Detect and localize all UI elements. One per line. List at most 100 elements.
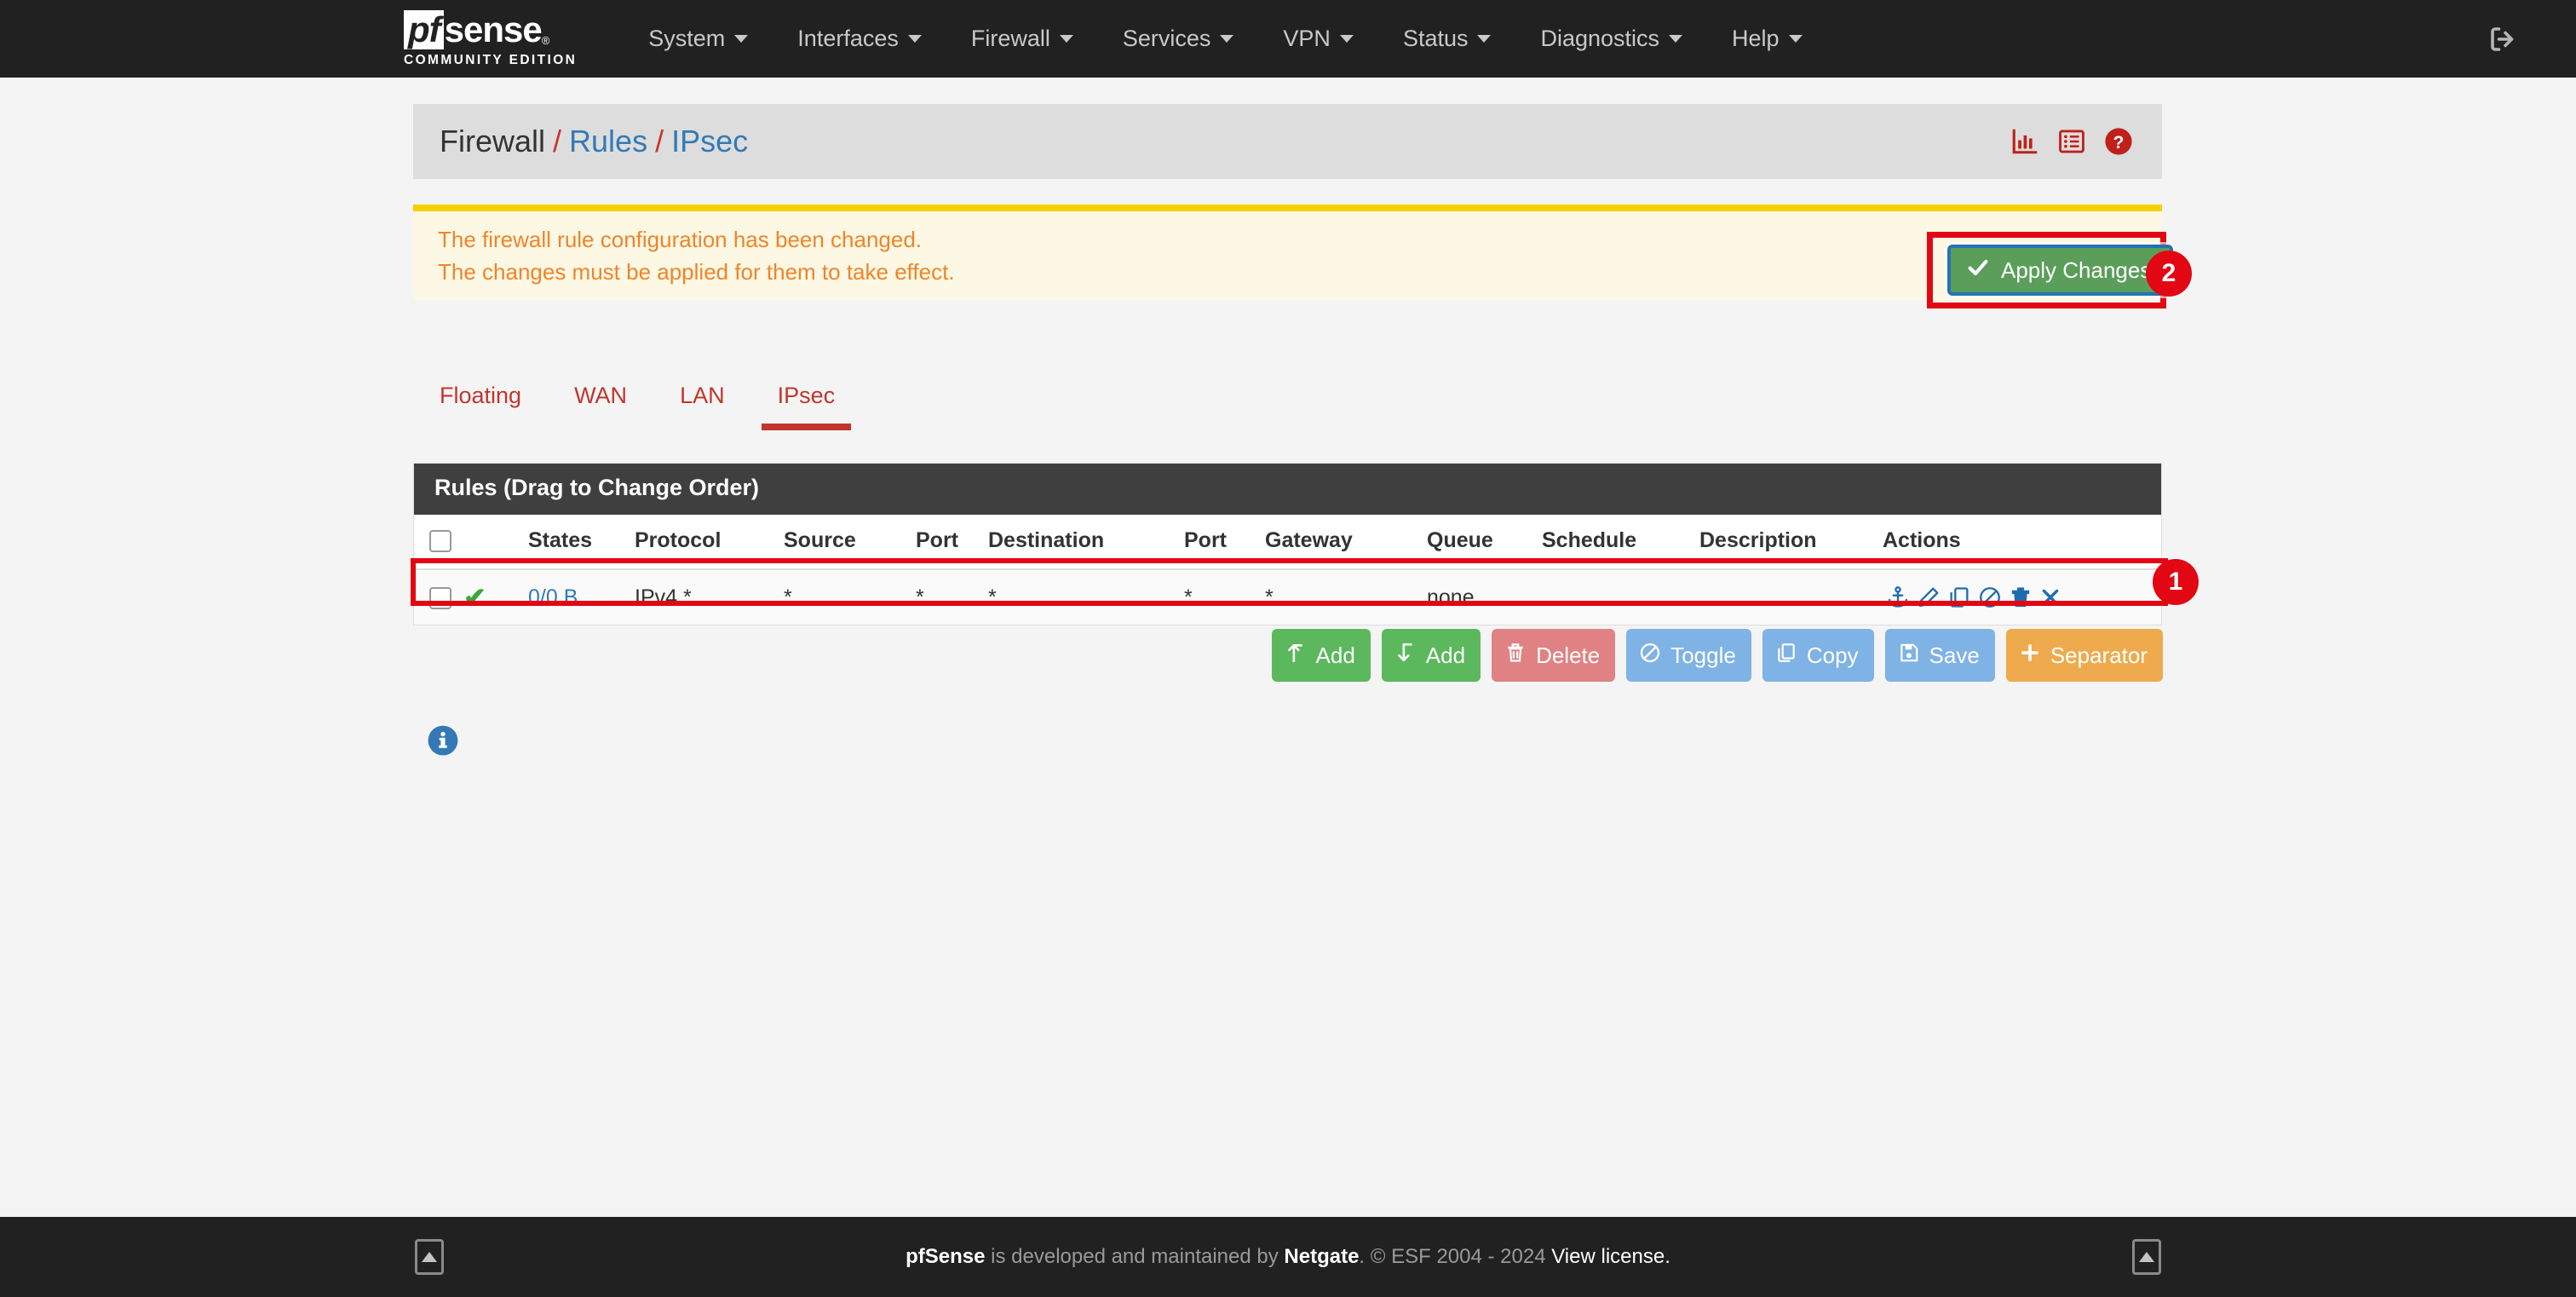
header-source-port: Port [912,515,985,570]
top-navigation-bar: pf sense ® COMMUNITY EDITION System Inte… [0,0,2576,78]
row-queue: none [1423,569,1538,625]
table-row[interactable]: ✔ 0/0 B IPv4 * * * * * * none [414,569,2161,625]
nav-item-interfaces[interactable]: Interfaces [773,26,946,52]
add-rule-bottom-button[interactable]: Add [1381,629,1481,682]
row-actions [1879,569,2161,625]
help-icon[interactable]: ? [2104,127,2133,156]
scroll-up-right-icon[interactable] [2132,1239,2161,1275]
scroll-up-left-icon[interactable] [415,1239,444,1275]
footer-pfsense-label: pfSense [906,1245,986,1268]
copy-icon[interactable] [1947,585,1971,609]
edit-pencil-icon[interactable] [1917,585,1941,609]
breadcrumb-ipsec-link[interactable]: IPsec [671,124,748,159]
row-description [1696,569,1879,625]
brand-pf-mark: pf [404,10,444,50]
tab-wan[interactable]: WAN [548,366,653,430]
ban-icon [1639,642,1661,670]
nav-label-firewall: Firewall [970,26,1050,51]
triangle-up-icon [2139,1252,2154,1262]
nav-label-help: Help [1732,26,1780,51]
select-all-checkbox[interactable] [429,530,451,553]
nav-label-vpn: VPN [1283,26,1331,51]
pfsense-firewall-rules-page: pf sense ® COMMUNITY EDITION System Inte… [0,0,2576,1297]
chevron-down-icon [1788,35,1803,43]
nav-label-services: Services [1122,26,1211,51]
header-schedule: Schedule [1538,515,1696,570]
header-protocol: Protocol [631,515,780,570]
registered-mark-icon: ® [541,34,550,48]
header-gateway: Gateway [1262,515,1423,570]
anchor-icon[interactable] [1886,585,1910,609]
footer-text-1: is developed and maintained by [985,1245,1285,1268]
block-icon[interactable] [1978,585,2002,609]
trash-icon[interactable] [2009,585,2033,609]
nav-label-system: System [648,26,726,51]
nav-item-firewall[interactable]: Firewall [946,26,1098,52]
rules-table-head: States Protocol Source Port Destination … [414,515,2161,570]
tab-lan[interactable]: LAN [653,366,751,430]
tab-label-wan: WAN [574,383,628,408]
header-description: Description [1696,515,1879,570]
chart-icon[interactable] [2010,127,2039,156]
tab-label-ipsec: IPsec [777,383,836,408]
pfsense-logo[interactable]: pf sense ® COMMUNITY EDITION [404,10,577,67]
nav-item-services[interactable]: Services [1098,26,1259,52]
interface-tabs: Floating WAN LAN IPsec [413,366,2162,435]
footer-view-license-link[interactable]: View license. [1551,1245,1670,1268]
delete-button[interactable]: Delete [1492,629,1616,682]
breadcrumb-rules-link[interactable]: Rules [569,124,647,159]
copy-button[interactable]: Copy [1762,629,1874,682]
logout-icon[interactable] [2487,24,2518,55]
tab-ipsec[interactable]: IPsec [751,366,862,430]
annotation-badge-2: 2 [2146,251,2192,297]
row-gateway: * [1262,569,1423,625]
footer-netgate-link[interactable]: Netgate [1284,1245,1359,1268]
config-changed-alert: The firewall rule configuration has been… [413,205,2162,300]
list-icon[interactable] [2057,127,2086,156]
apply-changes-button[interactable]: Apply Changes [1947,245,2174,296]
info-circle-icon[interactable] [427,724,459,757]
row-destination: * [985,569,1181,625]
states-link[interactable]: 0/0 B [528,585,578,609]
nav-label-diagnostics: Diagnostics [1540,26,1660,51]
nav-label-interfaces: Interfaces [797,26,899,51]
add-rule-top-label: Add [1315,642,1355,668]
add-rule-top-button[interactable]: Add [1271,629,1371,682]
delete-x-icon[interactable] [2039,586,2061,608]
toggle-button[interactable]: Toggle [1626,629,1751,682]
save-label: Save [1929,642,1980,668]
separator-button[interactable]: Separator [2005,629,2163,682]
row-checkbox[interactable] [429,586,451,609]
brand-logotype: pf sense ® [404,10,577,50]
rules-table: States Protocol Source Port Destination … [414,515,2161,625]
table-header-row: States Protocol Source Port Destination … [414,515,2161,570]
nav-item-system[interactable]: System [624,26,773,52]
chevron-down-icon [1220,35,1234,43]
nav-item-help[interactable]: Help [1707,26,1827,52]
row-source-port: * [912,569,985,625]
tab-floating[interactable]: Floating [413,366,548,430]
row-source: * [780,569,912,625]
breadcrumb-separator: / [655,124,664,159]
row-protocol: IPv4 * [631,569,780,625]
nav-item-vpn[interactable]: VPN [1258,26,1378,52]
row-action-icon-group [1883,585,2158,609]
breadcrumb-separator: / [553,124,562,159]
annotation-badge-1: 1 [2153,559,2199,605]
rules-panel-title: Rules (Drag to Change Order) [414,464,2161,515]
alert-line-2: The changes must be applied for them to … [438,259,955,285]
pass-check-icon: ✔ [463,582,486,613]
toggle-label: Toggle [1670,642,1736,668]
page-footer: pfSense is developed and maintained by N… [0,1217,2576,1297]
save-button[interactable]: Save [1884,629,1995,682]
header-destination: Destination [985,515,1181,570]
nav-item-diagnostics[interactable]: Diagnostics [1515,26,1707,52]
footer-text: pfSense is developed and maintained by N… [906,1245,1670,1269]
breadcrumb-bar: Firewall / Rules / IPsec ? [413,104,2162,179]
alert-message: The firewall rule configuration has been… [438,223,955,288]
plus-icon [2019,642,2041,670]
nav-item-status[interactable]: Status [1378,26,1516,52]
arrow-up-icon [1285,642,1307,670]
header-select-all [414,515,460,570]
header-status [460,515,525,570]
